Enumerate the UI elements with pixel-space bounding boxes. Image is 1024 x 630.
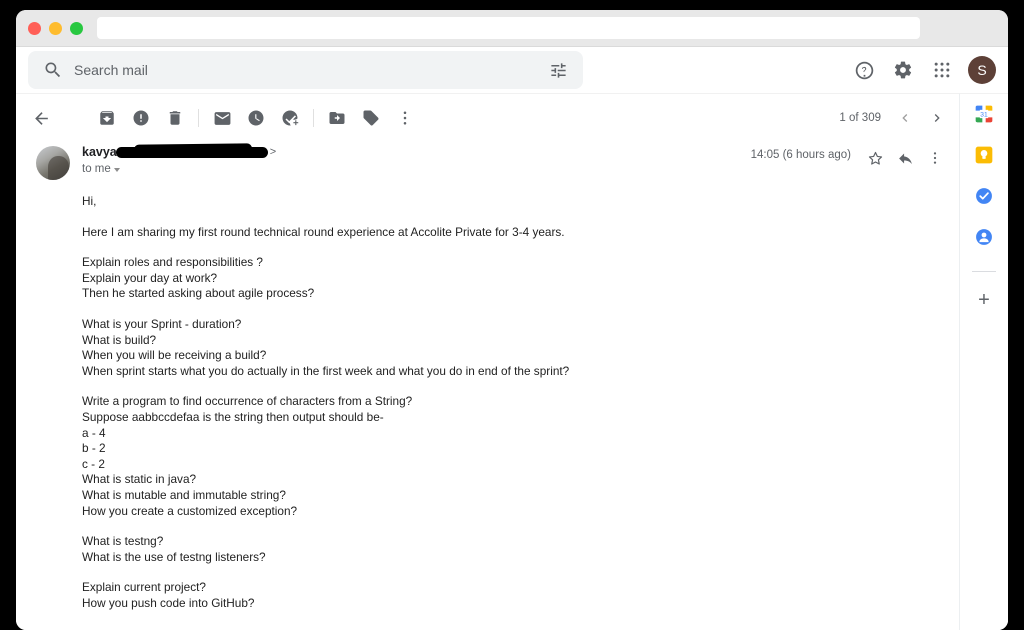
minimize-window-button[interactable] bbox=[49, 21, 62, 35]
message-paragraph: Explain current project? How you push cod… bbox=[82, 580, 939, 611]
sender-line: kavya > bbox=[82, 145, 751, 159]
message-line: c - 2 bbox=[82, 456, 105, 471]
sender-name: kavya bbox=[82, 145, 117, 159]
message-actions: 14:05 (6 hours ago) bbox=[751, 144, 949, 180]
toolbar-divider-2 bbox=[313, 109, 314, 127]
svg-text:31: 31 bbox=[980, 112, 988, 119]
message-pager: 1 of 309 bbox=[839, 100, 951, 136]
gmail-header: S bbox=[16, 47, 1008, 93]
message-line: Explain roles and responsibilities ? bbox=[82, 255, 263, 270]
reply-icon[interactable] bbox=[891, 144, 919, 172]
previous-message-icon[interactable] bbox=[891, 104, 919, 132]
sender-avatar bbox=[36, 146, 70, 180]
google-contacts-icon[interactable] bbox=[974, 227, 994, 247]
message-paragraph: Explain roles and responsibilities ? Expl… bbox=[82, 255, 939, 302]
toolbar-divider-1 bbox=[198, 109, 199, 127]
message-line: What is testng? bbox=[82, 534, 164, 549]
message-toolbar: 1 of 309 bbox=[16, 100, 959, 136]
message-line: Here I am sharing my first round technic… bbox=[82, 224, 565, 239]
email-bracket: > bbox=[269, 146, 277, 158]
message-line: Explain your day at work? bbox=[82, 270, 218, 285]
message-line: a - 4 bbox=[82, 425, 106, 440]
side-panel: 31 + bbox=[959, 93, 1008, 630]
message-line: What is build? bbox=[82, 332, 157, 347]
message-line: Hi, bbox=[82, 194, 97, 208]
message-paragraph: Hi, bbox=[82, 194, 939, 210]
add-to-tasks-icon[interactable] bbox=[273, 101, 307, 135]
redacted-email-address bbox=[115, 146, 268, 158]
message-header: kavya > to me 14:05 (6 hours ago) bbox=[16, 136, 959, 180]
message-paragraph: What is your Sprint - duration? What is b… bbox=[82, 317, 939, 379]
address-bar[interactable] bbox=[97, 17, 920, 39]
window-traffic-lights bbox=[28, 21, 83, 35]
google-calendar-icon[interactable]: 31 bbox=[974, 104, 994, 124]
message-line: Then he started asking about agile proce… bbox=[82, 286, 315, 301]
message-timestamp: 14:05 (6 hours ago) bbox=[750, 149, 851, 161]
message-line: Explain current project? bbox=[82, 580, 206, 595]
search-icon bbox=[36, 53, 70, 87]
message-line: When sprint starts what you do actually … bbox=[82, 363, 570, 378]
message-line: b - 2 bbox=[82, 441, 106, 456]
message-line: What is static in java? bbox=[82, 472, 197, 487]
message-paragraph: Write a program to find occurrence of ch… bbox=[82, 394, 939, 519]
browser-window: Search mail S 1 of 309 kavya > to me 14:… bbox=[16, 10, 1008, 630]
search-options-icon[interactable] bbox=[543, 55, 573, 85]
account-avatar[interactable]: S bbox=[968, 56, 996, 84]
search-bar[interactable] bbox=[28, 51, 583, 89]
delete-icon[interactable] bbox=[158, 101, 192, 135]
google-keep-icon[interactable] bbox=[974, 145, 994, 165]
apps-grid-icon[interactable] bbox=[927, 55, 957, 85]
gmail-body: 1 of 309 kavya > to me 14:05 (6 hours ag… bbox=[16, 93, 1008, 630]
help-icon[interactable] bbox=[849, 55, 879, 85]
message-line: What is the use of testng listeners? bbox=[82, 549, 266, 564]
search-input[interactable] bbox=[70, 62, 543, 78]
report-spam-icon[interactable] bbox=[124, 101, 158, 135]
message-line: What is your Sprint - duration? bbox=[82, 316, 242, 331]
archive-icon[interactable] bbox=[90, 101, 124, 135]
message-line: Write a program to find occurrence of ch… bbox=[82, 394, 413, 409]
snooze-clock-icon[interactable] bbox=[239, 101, 273, 135]
message-line: When you will be receiving a build? bbox=[82, 348, 267, 363]
message-paragraph: Here I am sharing my first round technic… bbox=[82, 225, 939, 241]
message-line: How you create a customized exception? bbox=[82, 503, 298, 518]
chevron-down-icon[interactable] bbox=[113, 168, 120, 172]
settings-gear-icon[interactable] bbox=[888, 55, 918, 85]
side-panel-divider bbox=[972, 271, 996, 272]
next-message-icon[interactable] bbox=[923, 104, 951, 132]
mark-unread-icon[interactable] bbox=[205, 101, 239, 135]
message-line: How you push code into GitHub? bbox=[82, 595, 255, 610]
message-pane: 1 of 309 kavya > to me 14:05 (6 hours ag… bbox=[16, 93, 959, 630]
message-paragraph: What is testng? What is the use of testng… bbox=[82, 534, 939, 565]
star-icon[interactable] bbox=[861, 144, 889, 172]
message-body: Hi, Here I am sharing my first round tech… bbox=[16, 180, 959, 611]
sender-details: kavya > to me bbox=[82, 144, 751, 180]
more-options-icon[interactable] bbox=[388, 101, 422, 135]
google-tasks-icon[interactable] bbox=[974, 186, 994, 206]
move-to-icon[interactable] bbox=[320, 101, 354, 135]
message-line: Suppose aabbccdefaa is the string then o… bbox=[82, 409, 384, 424]
maximize-window-button[interactable] bbox=[70, 21, 83, 35]
message-more-icon[interactable] bbox=[921, 144, 949, 172]
close-window-button[interactable] bbox=[28, 21, 41, 35]
message-line: What is mutable and immutable string? bbox=[82, 487, 286, 502]
browser-titlebar bbox=[16, 10, 1008, 47]
pager-count: 1 of 309 bbox=[839, 112, 881, 124]
back-arrow-icon[interactable] bbox=[24, 101, 58, 135]
labels-tag-icon[interactable] bbox=[354, 101, 388, 135]
add-ons-plus-icon[interactable]: + bbox=[978, 290, 990, 310]
header-actions: S bbox=[849, 47, 996, 93]
recipient-label: to me bbox=[82, 163, 111, 175]
recipient-line[interactable]: to me bbox=[82, 163, 751, 175]
gmail-app: Search mail S 1 of 309 kavya > to me 14:… bbox=[16, 47, 1008, 630]
